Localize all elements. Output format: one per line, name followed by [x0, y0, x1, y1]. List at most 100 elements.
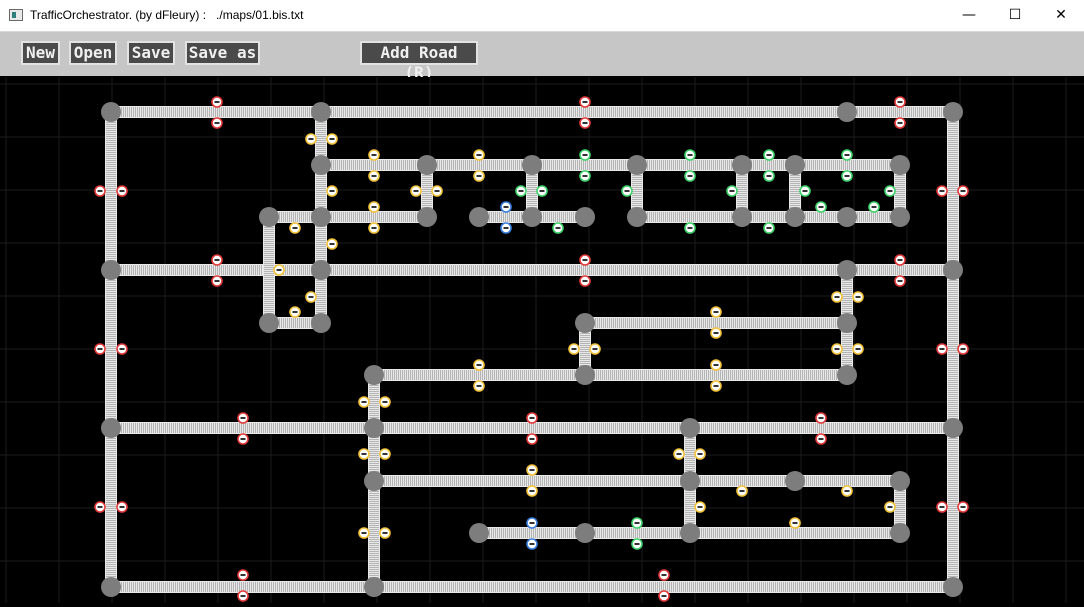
signal-mark	[960, 506, 966, 508]
traffic-signal-icon	[273, 264, 285, 276]
traffic-signal-icon	[500, 201, 512, 213]
traffic-signal-icon	[94, 185, 106, 197]
save-button[interactable]: Save	[127, 41, 175, 65]
signal-mark	[834, 296, 840, 298]
intersection-node	[101, 260, 121, 280]
traffic-signal-icon	[868, 201, 880, 213]
signal-mark	[582, 122, 588, 124]
traffic-signal-icon	[368, 149, 380, 161]
traffic-signal-icon	[894, 117, 906, 129]
title-bar: TrafficOrchestrator. (by dFleury) : ./ma…	[0, 0, 1084, 32]
traffic-signal-icon	[936, 501, 948, 513]
intersection-node	[311, 155, 331, 175]
traffic-signal-icon	[379, 396, 391, 408]
traffic-signal-icon	[831, 343, 843, 355]
traffic-signal-icon	[237, 412, 249, 424]
traffic-signal-icon	[526, 464, 538, 476]
traffic-signal-icon	[473, 359, 485, 371]
intersection-node	[575, 365, 595, 385]
signal-mark	[308, 296, 314, 298]
signal-mark	[361, 532, 367, 534]
traffic-signal-icon	[710, 306, 722, 318]
traffic-signal-icon	[815, 433, 827, 445]
traffic-signal-icon	[237, 569, 249, 581]
traffic-signal-icon	[237, 590, 249, 602]
traffic-signal-icon	[852, 291, 864, 303]
intersection-node	[575, 207, 595, 227]
traffic-signal-icon	[710, 380, 722, 392]
traffic-signal-icon	[116, 501, 128, 513]
signal-mark	[371, 227, 377, 229]
traffic-signal-icon	[326, 185, 338, 197]
app-icon	[9, 9, 23, 21]
map-drawing[interactable]	[0, 77, 1084, 603]
signal-mark	[792, 522, 798, 524]
traffic-signal-icon	[326, 238, 338, 250]
intersection-node	[627, 207, 647, 227]
signal-mark	[382, 532, 388, 534]
signal-mark	[529, 543, 535, 545]
traffic-signal-icon	[710, 359, 722, 371]
intersection-node	[627, 155, 647, 175]
toolbar: New Open Save Save as Add Road (R)	[0, 32, 1084, 82]
signal-mark	[529, 469, 535, 471]
signal-mark	[476, 385, 482, 387]
traffic-signal-icon	[658, 590, 670, 602]
traffic-signal-icon	[736, 485, 748, 497]
traffic-signal-icon	[368, 170, 380, 182]
signal-mark	[292, 227, 298, 229]
signal-mark	[582, 280, 588, 282]
signal-mark	[571, 348, 577, 350]
traffic-signal-icon	[579, 149, 591, 161]
signal-mark	[214, 122, 220, 124]
traffic-signal-icon	[815, 201, 827, 213]
intersection-node	[364, 577, 384, 597]
signal-mark	[582, 175, 588, 177]
signal-mark	[634, 543, 640, 545]
signal-mark	[766, 154, 772, 156]
traffic-signal-icon	[684, 170, 696, 182]
signal-mark	[240, 574, 246, 576]
signal-mark	[687, 227, 693, 229]
signal-mark	[624, 190, 630, 192]
traffic-signal-icon	[763, 170, 775, 182]
signal-mark	[361, 453, 367, 455]
close-button[interactable]: ✕	[1038, 0, 1084, 31]
traffic-signal-icon	[852, 343, 864, 355]
signal-mark	[855, 296, 861, 298]
open-button[interactable]: Open	[69, 41, 117, 65]
traffic-signal-icon	[579, 275, 591, 287]
intersection-node	[837, 260, 857, 280]
signal-mark	[371, 206, 377, 208]
traffic-signal-icon	[579, 96, 591, 108]
traffic-signal-icon	[658, 569, 670, 581]
intersection-node	[837, 207, 857, 227]
traffic-signal-icon	[473, 170, 485, 182]
traffic-signal-icon	[94, 343, 106, 355]
traffic-signal-icon	[815, 412, 827, 424]
intersection-node	[259, 207, 279, 227]
traffic-signal-icon	[763, 149, 775, 161]
traffic-signal-icon	[211, 254, 223, 266]
save-as-button[interactable]: Save as	[185, 41, 260, 65]
signal-mark	[802, 190, 808, 192]
signal-mark	[97, 190, 103, 192]
traffic-signal-icon	[116, 343, 128, 355]
signal-mark	[434, 190, 440, 192]
signal-mark	[697, 453, 703, 455]
traffic-signal-icon	[579, 254, 591, 266]
signal-mark	[661, 595, 667, 597]
traffic-signal-icon	[526, 433, 538, 445]
new-button[interactable]: New	[21, 41, 60, 65]
minimize-button[interactable]: —	[946, 0, 992, 31]
signal-mark	[503, 227, 509, 229]
maximize-button[interactable]: ☐	[992, 0, 1038, 31]
signal-mark	[292, 311, 298, 313]
intersection-node	[837, 365, 857, 385]
signal-mark	[240, 417, 246, 419]
signal-mark	[818, 206, 824, 208]
add-road-button[interactable]: Add Road (R)	[360, 41, 478, 82]
map-canvas[interactable]	[0, 77, 1084, 603]
signal-mark	[729, 190, 735, 192]
intersection-node	[732, 155, 752, 175]
